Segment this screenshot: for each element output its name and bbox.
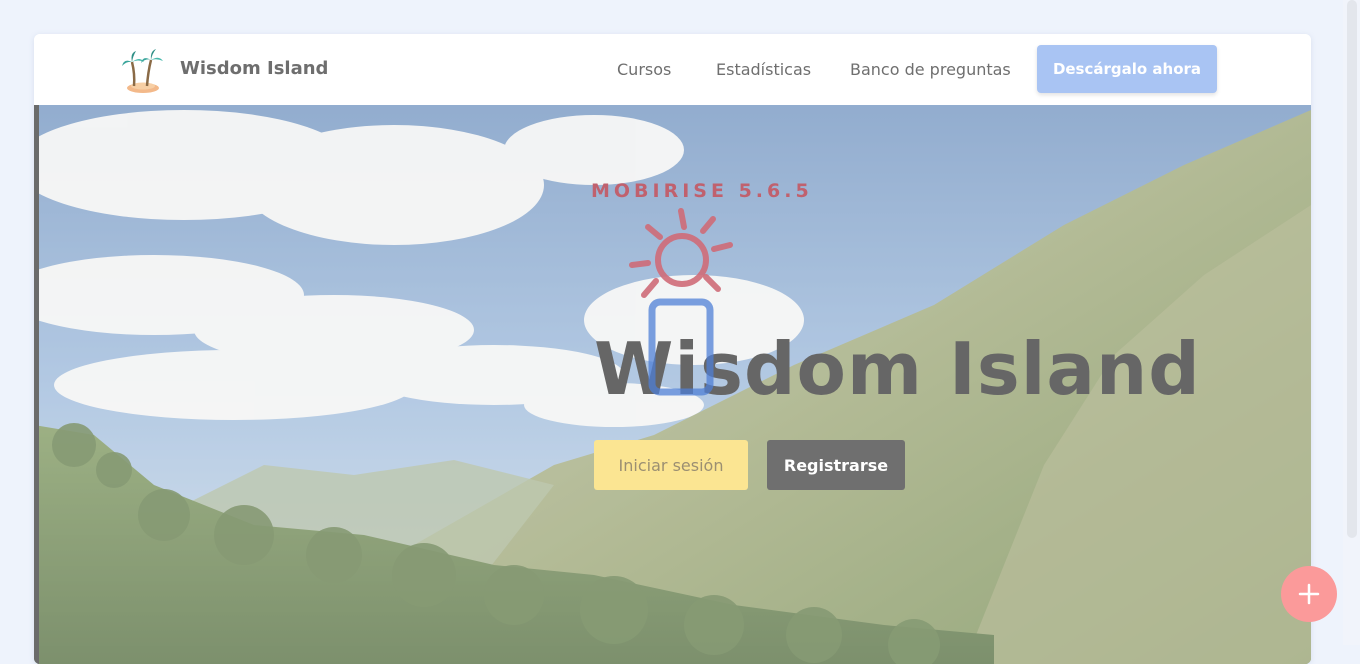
page-card: Wisdom Island Cursos Estadísticas Banco … (34, 34, 1311, 664)
hero-left-edge (34, 105, 39, 664)
engine-label: MOBIRISE 5.6.5 (591, 180, 813, 202)
nav-link-banco-de-preguntas[interactable]: Banco de preguntas (850, 60, 1011, 79)
nav-link-cursos[interactable]: Cursos (617, 60, 671, 79)
hero-section: MOBIRISE 5.6.5 Wisdom Island Iniciar ses… (34, 105, 1311, 664)
nav-link-estadisticas[interactable]: Estadísticas (716, 60, 811, 79)
mobile-phone-icon (648, 298, 714, 396)
download-button[interactable]: Descárgalo ahora (1037, 45, 1217, 93)
plus-icon (1298, 583, 1320, 605)
add-fab-button[interactable] (1281, 566, 1337, 622)
register-button[interactable]: Registrarse (767, 440, 905, 490)
scrollbar-thumb[interactable] (1347, 0, 1357, 538)
navbar: Wisdom Island Cursos Estadísticas Banco … (34, 34, 1311, 105)
palm-tree-island-icon[interactable] (120, 48, 164, 94)
sun-icon (629, 208, 733, 298)
login-button[interactable]: Iniciar sesión (594, 440, 748, 490)
brand-name[interactable]: Wisdom Island (180, 58, 328, 79)
